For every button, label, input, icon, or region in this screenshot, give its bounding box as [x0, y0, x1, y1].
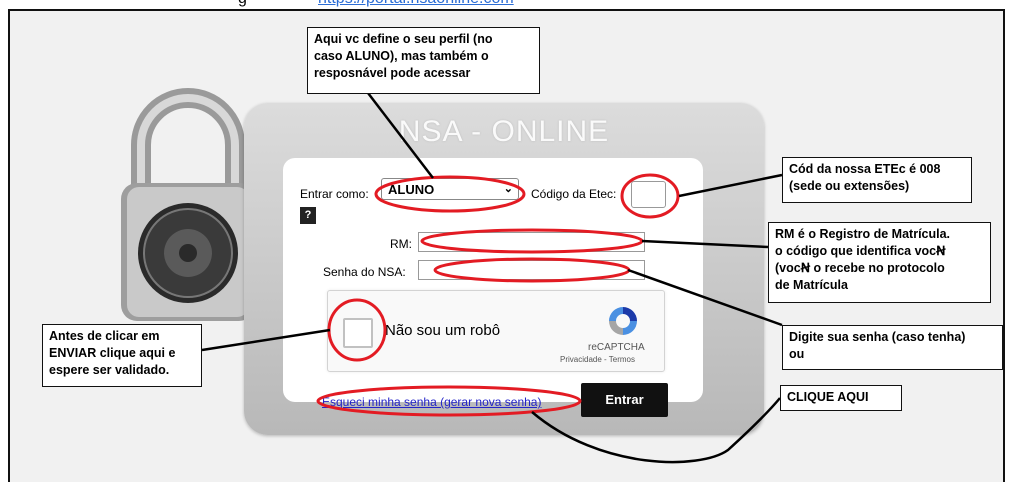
- connector-captcha: [201, 328, 331, 352]
- highlight-captcha-ellipse: [327, 298, 387, 362]
- callout-clique: CLIQUE AQUI: [780, 385, 902, 411]
- callout-perfil-line: Aqui vc define o seu perfil (no: [314, 32, 493, 46]
- callout-senha-line: ou: [789, 347, 805, 361]
- callout-senha: Digite sua senha (caso tenha) ou: [782, 325, 1003, 370]
- callout-captcha-line: ENVIAR clique aqui e: [49, 346, 176, 360]
- connector-senha: [627, 268, 783, 327]
- callout-rm-line: RM é o Registro de Matrícula.: [775, 227, 951, 241]
- highlight-rm-ellipse: [420, 228, 644, 254]
- callout-rm-line: de Matrícula: [775, 278, 848, 292]
- callout-captcha-line: espere ser validado.: [49, 363, 170, 377]
- callout-rm: RM é o Registro de Matrícula. o código q…: [768, 222, 991, 303]
- callout-clique-line: CLIQUE AQUI: [787, 390, 869, 404]
- connector-rm: [641, 239, 769, 249]
- highlight-etec-ellipse: [620, 173, 680, 219]
- callout-senha-line: Digite sua senha (caso tenha): [789, 330, 966, 344]
- callout-captcha-line: Antes de clicar em: [49, 329, 160, 343]
- callout-perfil: Aqui vc define o seu perfil (no caso ALU…: [307, 27, 540, 94]
- callout-rm-line: o código que identifica vocꞤ: [775, 244, 946, 258]
- highlight-forgot-ellipse: [316, 385, 582, 417]
- connector-perfil: [367, 92, 434, 179]
- connector-etec: [678, 173, 783, 198]
- callout-perfil-line: caso ALUNO), mas também o: [314, 49, 489, 63]
- callout-etec: Cód da nossa ETEc é 008 (sede ou extensõ…: [782, 157, 972, 203]
- highlight-profile-ellipse: [374, 175, 526, 213]
- callout-etec-line: (sede ou extensões): [789, 179, 910, 193]
- highlight-senha-ellipse: [433, 257, 631, 283]
- callout-perfil-line: resposnável pode acessar: [314, 66, 471, 80]
- callout-captcha: Antes de clicar em ENVIAR clique aqui e …: [42, 324, 202, 387]
- callout-rm-line: (vocꞤ o recebe no protocolo: [775, 261, 945, 275]
- callout-etec-line: Cód da nossa ETEc é 008: [789, 162, 941, 176]
